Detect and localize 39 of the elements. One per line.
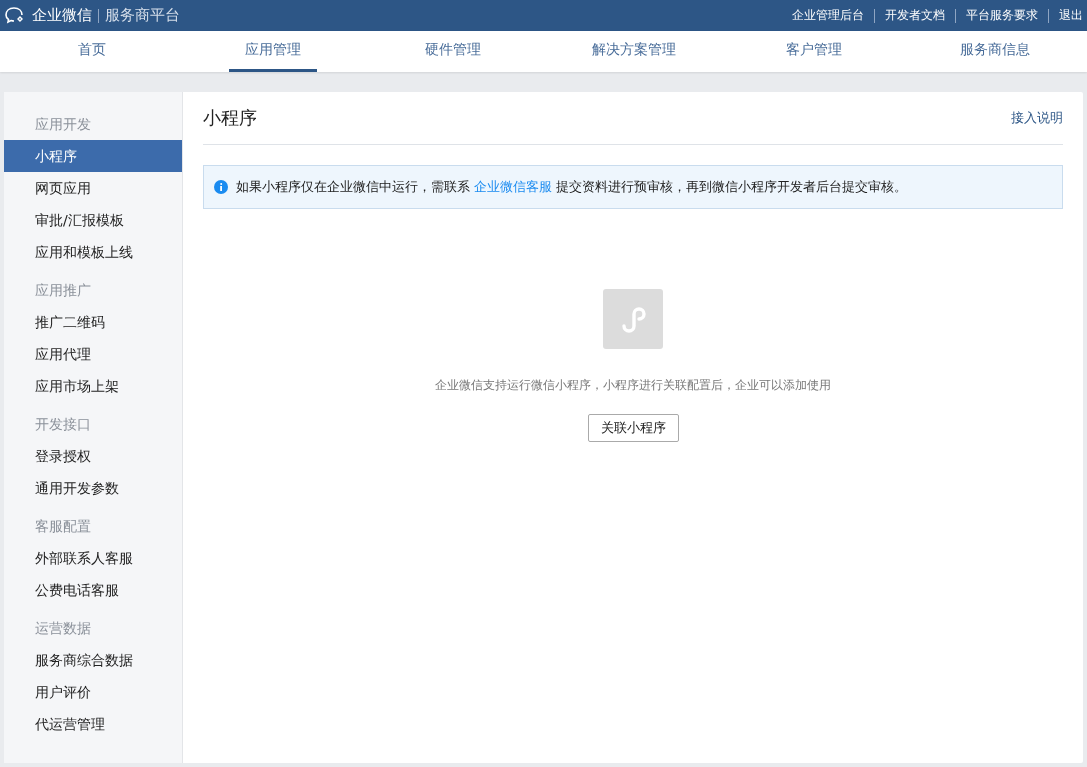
sidebar-item[interactable]: 审批/汇报模板: [4, 204, 182, 236]
header-link[interactable]: 企业管理后台: [792, 7, 864, 24]
help-link[interactable]: 接入说明: [1011, 109, 1063, 127]
logo-text: 企业微信: [32, 6, 92, 25]
sidebar-group-title: 运营数据: [34, 619, 92, 638]
header-link[interactable]: 开发者文档: [885, 7, 945, 24]
header-link[interactable]: 平台服务要求: [966, 7, 1038, 24]
sidebar-group-title: 开发接口: [34, 415, 92, 434]
sidebar-item[interactable]: 代运营管理: [4, 708, 182, 740]
sidebar-item[interactable]: 应用市场上架: [4, 370, 182, 402]
nav-tab[interactable]: 硬件管理: [409, 31, 498, 72]
page-title: 小程序: [203, 106, 257, 130]
sidebar-item[interactable]: 登录授权: [4, 440, 182, 472]
sidebar-group-title: 应用开发: [34, 115, 92, 134]
sidebar-item[interactable]: 服务商综合数据: [4, 644, 182, 676]
nav-tab[interactable]: 客户管理: [770, 31, 859, 72]
sidebar-item[interactable]: 推广二维码: [4, 306, 182, 338]
nav-tab[interactable]: 首页: [62, 31, 123, 72]
sidebar-item[interactable]: 通用开发参数: [4, 472, 182, 504]
sidebar-group-title: 应用推广: [34, 281, 92, 300]
sidebar-item[interactable]: 网页应用: [4, 172, 182, 204]
nav-tab[interactable]: 应用管理: [228, 31, 317, 72]
mini-program-icon: [603, 289, 663, 349]
link-mini-program-button[interactable]: 关联小程序: [587, 414, 679, 442]
sidebar-item[interactable]: 应用代理: [4, 338, 182, 370]
sidebar-item[interactable]: 应用和模板上线: [4, 236, 182, 268]
empty-description: 企业微信支持运行微信小程序，小程序进行关联配置后，企业可以添加使用: [435, 377, 831, 394]
chat-bubbles-icon: [4, 5, 26, 26]
platform-name: 服务商平台: [105, 6, 180, 25]
header-link[interactable]: 退出: [1059, 7, 1083, 24]
sidebar-item[interactable]: 公费电话客服: [4, 574, 182, 606]
info-icon: [214, 180, 228, 194]
sidebar-item[interactable]: 小程序: [4, 140, 182, 172]
nav-tab[interactable]: 服务商信息: [943, 31, 1046, 72]
sidebar-item[interactable]: 用户评价: [4, 676, 182, 708]
sidebar-item[interactable]: 外部联系人客服: [4, 542, 182, 574]
notice-text: 如果小程序仅在企业微信中运行，需联系 企业微信客服 提交资料进行预审核，再到微信小程序开发者后台提交审核。: [236, 178, 908, 196]
nav-tab[interactable]: 解决方案管理: [575, 31, 692, 72]
sidebar-group-title: 客服配置: [34, 517, 92, 536]
